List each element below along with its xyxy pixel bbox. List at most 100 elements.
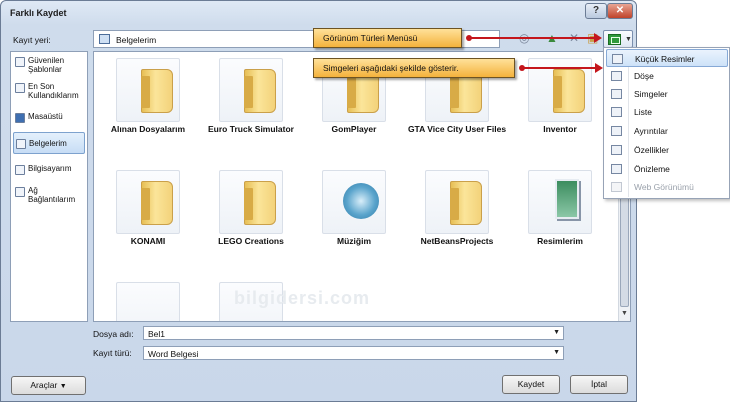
folder-thumbnail	[116, 58, 180, 122]
sidebar-item-documents[interactable]: Belgelerim	[13, 132, 85, 154]
list-item[interactable]	[100, 282, 196, 321]
tools-label: Araçlar	[30, 380, 58, 390]
tiles-icon	[611, 71, 622, 81]
music-folder-icon	[343, 183, 379, 219]
sidebar-item-network[interactable]: Ağ Bağlantılarım	[13, 186, 85, 208]
folder-thumbnail	[116, 170, 180, 234]
list-item[interactable]: Euro Truck Simulator	[203, 58, 299, 146]
list-item[interactable]: Resimlerim	[512, 170, 608, 258]
folder-icon	[450, 181, 482, 225]
title-bar: Farklı Kaydet ? ✕	[1, 1, 636, 25]
menu-item-label: Önizleme	[634, 164, 670, 174]
file-name: Müziğim	[337, 236, 371, 246]
close-button[interactable]: ✕	[607, 3, 633, 19]
trusted-templates-icon	[15, 57, 25, 67]
file-name: Euro Truck Simulator	[208, 124, 294, 134]
filetype-label: Kayıt türü:	[93, 348, 132, 358]
folder-thumbnail	[219, 170, 283, 234]
pictures-folder-icon	[555, 179, 579, 219]
chevron-down-icon[interactable]: ▼	[553, 349, 560, 356]
icons-view-callout: Simgeleri aşağıdaki şekilde gösterir.	[313, 58, 515, 78]
cancel-button[interactable]: İptal	[570, 375, 628, 394]
menu-item-list[interactable]: Liste	[606, 103, 728, 121]
list-item[interactable]: Müziğim	[306, 170, 402, 258]
list-item[interactable]: Alınan Dosyalarım	[100, 58, 196, 146]
recent-icon	[15, 83, 25, 93]
location-value: Belgelerim	[116, 35, 157, 45]
folder-icon	[141, 181, 173, 225]
chevron-down-icon: ▼	[59, 383, 67, 390]
menu-item-web-view: Web Görünümü	[606, 178, 728, 196]
file-name: KONAMI	[130, 236, 166, 246]
chevron-down-icon[interactable]: ▼	[553, 329, 560, 336]
menu-item-thumbnails[interactable]: Küçük Resimler	[606, 49, 728, 67]
file-list: Alınan Dosyalarım Euro Truck Simulator G…	[93, 51, 631, 322]
folder-icon	[553, 69, 585, 113]
web-view-icon	[611, 182, 622, 192]
watermark: bilgidersi.com	[234, 288, 371, 308]
arrow-line	[469, 37, 595, 39]
arrow-head	[594, 33, 602, 43]
help-button[interactable]: ?	[585, 3, 607, 19]
scrollbar-thumb[interactable]	[620, 182, 629, 307]
menu-item-label: Döşe	[634, 71, 654, 81]
views-menu-button[interactable]: ▼	[603, 30, 633, 48]
folder-icon	[141, 69, 173, 113]
folder-icon	[244, 69, 276, 113]
documents-icon	[16, 139, 26, 149]
views-dropdown-menu: Küçük Resimler Döşe Simgeler Liste Ayrın…	[603, 47, 730, 199]
file-name: NetBeansProjects	[420, 236, 494, 246]
icons-view-icon	[611, 89, 622, 99]
sidebar-item-trusted-templates[interactable]: Güvenilen Şablonlar	[13, 56, 85, 78]
menu-item-tiles[interactable]: Döşe	[606, 67, 728, 85]
file-name: GTA Vice City User Files	[407, 124, 507, 134]
save-button[interactable]: Kaydet	[502, 375, 560, 394]
menu-item-label: Web Görünümü	[634, 182, 694, 192]
menu-item-label: Ayrıntılar	[634, 126, 668, 136]
views-icon	[608, 34, 621, 45]
file-name: Inventor	[543, 124, 577, 134]
list-item[interactable]: NetBeansProjects	[409, 170, 505, 258]
sidebar-item-recent[interactable]: En Son Kullandıklarım	[13, 82, 85, 104]
filetype-select[interactable]: Word Belgesi ▼	[143, 346, 564, 360]
list-view-icon	[611, 107, 622, 117]
list-item[interactable]: KONAMI	[100, 170, 196, 258]
menu-item-properties[interactable]: Özellikler	[606, 141, 728, 159]
menu-item-label: Simgeler	[634, 89, 668, 99]
filename-value: Bel1	[148, 329, 166, 339]
file-name: LEGO Creations	[218, 236, 284, 246]
list-item[interactable]: Inventor	[512, 58, 608, 146]
sidebar-item-label: Bilgisayarım	[28, 164, 72, 173]
filename-input[interactable]: Bel1 ▼	[143, 326, 564, 340]
sidebar-item-label: Masaüstü	[28, 112, 63, 121]
folder-thumbnail	[219, 58, 283, 122]
menu-item-icons[interactable]: Simgeler	[606, 85, 728, 103]
network-icon	[15, 187, 25, 197]
thumbnails-icon	[612, 54, 623, 64]
tools-button[interactable]: Araçlar ▼	[11, 376, 86, 395]
preview-icon	[611, 164, 622, 174]
menu-item-label: Özellikler	[634, 145, 669, 155]
arrow-line	[522, 67, 596, 69]
menu-item-details[interactable]: Ayrıntılar	[606, 122, 728, 140]
file-name: Alınan Dosyalarım	[110, 124, 186, 134]
sidebar-item-desktop[interactable]: Masaüstü	[13, 112, 85, 126]
arrow-head	[595, 63, 603, 73]
properties-icon	[611, 145, 622, 155]
folder-thumbnail	[425, 170, 489, 234]
sidebar-item-label: Belgelerim	[29, 139, 67, 148]
filename-label: Dosya adı:	[93, 329, 134, 339]
filetype-value: Word Belgesi	[148, 349, 199, 359]
list-item[interactable]: LEGO Creations	[203, 170, 299, 258]
scroll-down-icon[interactable]: ▼	[621, 310, 628, 317]
menu-item-preview[interactable]: Önizleme	[606, 160, 728, 178]
menu-item-label: Küçük Resimler	[635, 54, 695, 64]
views-menu-callout: Görünüm Türleri Menüsü	[313, 28, 462, 48]
location-label: Kayıt yeri:	[13, 35, 51, 45]
file-name: Resimlerim	[537, 236, 583, 246]
folder-thumbnail	[322, 170, 386, 234]
folder-icon	[244, 181, 276, 225]
sidebar-item-computer[interactable]: Bilgisayarım	[13, 164, 85, 178]
folder-thumbnail	[528, 170, 592, 234]
chevron-down-icon: ▼	[625, 36, 632, 43]
